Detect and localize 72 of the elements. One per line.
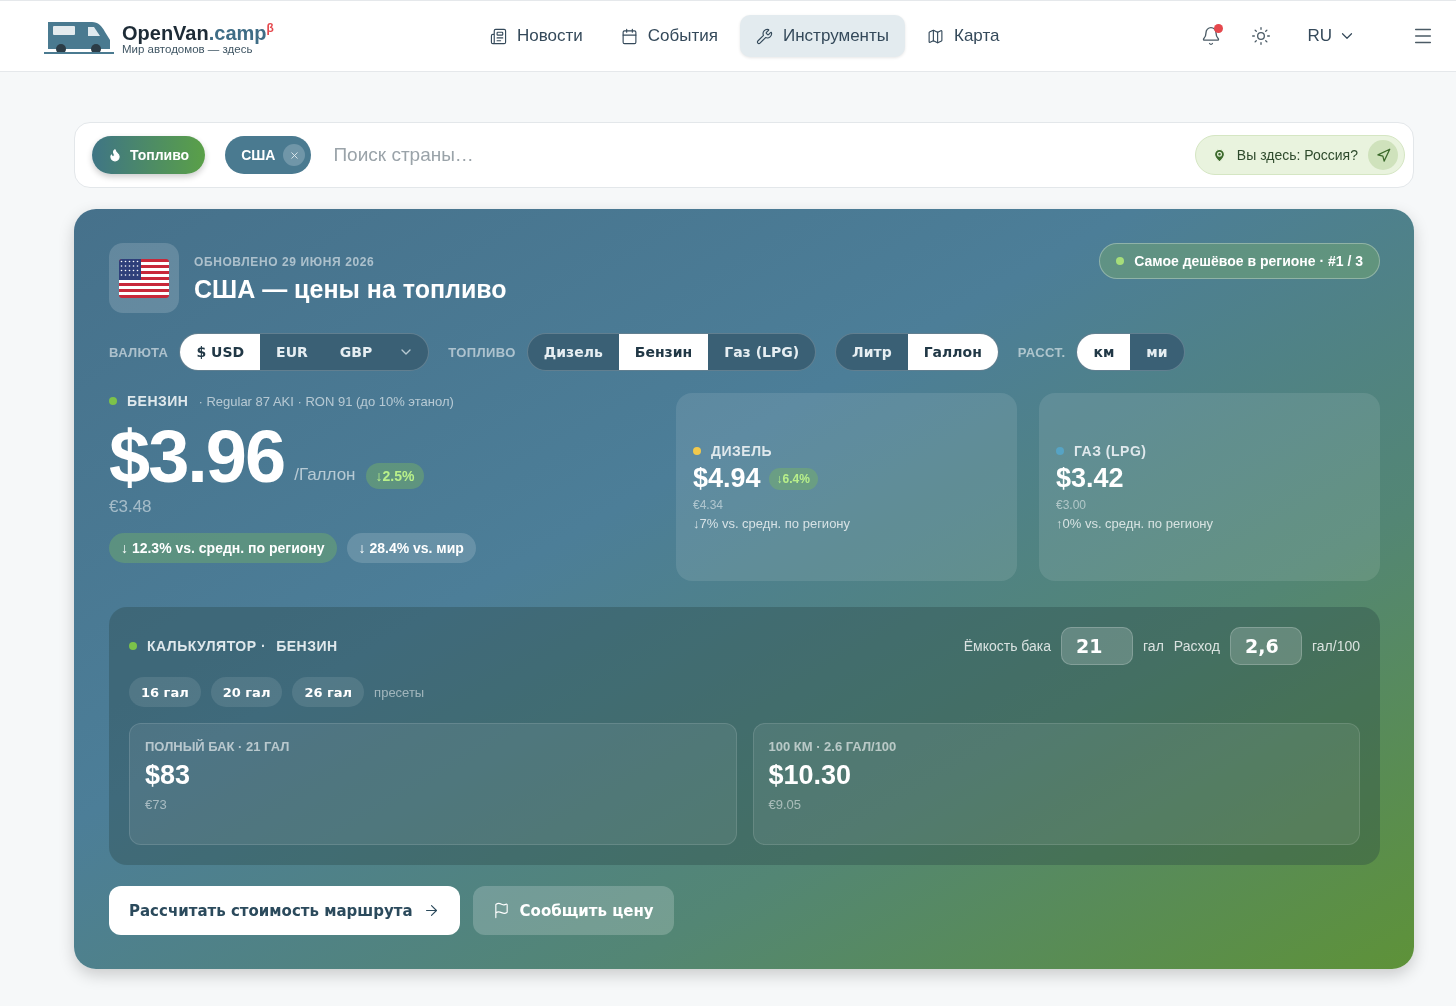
result-value: $10.30 xyxy=(768,760,853,791)
language-select[interactable]: RU xyxy=(1301,25,1362,47)
flame-icon xyxy=(108,148,122,162)
nav-tab[interactable]: Карта xyxy=(911,15,1016,57)
updated-date: ОБНОВЛЕНО 29 ИЮНЯ 2026 xyxy=(194,255,376,269)
fuel-price: $3.42 xyxy=(1056,463,1124,494)
route-cost-button[interactable]: Рассчитать стоимость маршрута xyxy=(109,886,460,935)
preset-chip[interactable]: 26 гал xyxy=(292,677,365,707)
result-value: $83 xyxy=(145,760,192,791)
toggle-option[interactable]: км xyxy=(1077,334,1131,370)
preset-chip[interactable]: 16 гал xyxy=(129,677,201,707)
toggle-option[interactable]: GBP xyxy=(323,334,389,370)
comparison-text: ↓7% vs. средн. по региону xyxy=(693,516,852,531)
fuel-name: ГАЗ (LPG) xyxy=(1074,443,1147,459)
comparison-tag: ↓ 12.3% vs. средн. по региону xyxy=(109,533,337,563)
country-chip[interactable]: США xyxy=(225,136,312,174)
fuel-spec: · Regular 87 AKI · RON 91 (до 10% этанол) xyxy=(198,393,454,409)
secondary-price: €3.48 xyxy=(109,497,153,517)
toggle-option[interactable]: Галлон xyxy=(907,334,998,370)
toggle-label: ТОПЛИВО xyxy=(448,344,516,360)
comparison-text: ↑0% vs. средн. по региону xyxy=(1056,516,1215,531)
map-icon xyxy=(927,27,944,45)
usa-flag-icon xyxy=(119,258,169,298)
theme-button[interactable] xyxy=(1251,26,1272,46)
main-price: $3.96 xyxy=(109,417,285,497)
location-button[interactable]: Вы здесь: Россия? xyxy=(1194,135,1405,175)
navigation-icon xyxy=(1368,140,1398,170)
field-label: Ёмкость бака xyxy=(963,638,1052,654)
rank-badge: Самое дешёвое в регионе · #1 / 3 xyxy=(1099,243,1380,279)
calculator-title: КАЛЬКУЛЯТОР · xyxy=(147,638,267,654)
price-change: ↓6.4% xyxy=(768,467,818,490)
fuel-name: БЕНЗИН xyxy=(127,393,189,409)
toggle-option[interactable]: $ USD xyxy=(180,334,261,370)
price-unit: /Галлон xyxy=(294,465,356,485)
pin-icon xyxy=(1211,147,1227,163)
wrench-icon xyxy=(756,27,773,45)
secondary-price: €4.34 xyxy=(693,498,725,512)
toggle-option[interactable]: Дизель xyxy=(527,334,619,370)
fuel-name: БЕНЗИН xyxy=(276,638,339,654)
fuel-filter-chip[interactable]: Топливо xyxy=(92,136,206,174)
notifications-button[interactable] xyxy=(1201,26,1222,46)
toggle-label: ВАЛЮТА xyxy=(109,344,169,360)
result-title: ПОЛНЫЙ БАК · 21 ГАЛ xyxy=(145,739,291,754)
toggle-option[interactable]: EUR xyxy=(260,334,324,370)
brand-name: OpenVan.camp$^{β}$ xyxy=(122,19,274,44)
tagline: Мир автодомов — здесь xyxy=(122,43,253,56)
nav-tab[interactable]: Новости xyxy=(474,15,599,57)
flag-icon xyxy=(492,902,510,919)
field-unit: гал/100 xyxy=(1312,638,1360,654)
card-title: США — цены на топливо xyxy=(194,275,508,304)
toggle-option[interactable]: ми xyxy=(1130,334,1184,370)
toggle-option[interactable]: Бензин xyxy=(618,334,709,370)
nav-tab[interactable]: Инструменты xyxy=(740,15,905,57)
toggle-option[interactable]: Газ (LPG) xyxy=(708,334,816,370)
fuel-price: $4.94 xyxy=(693,463,761,494)
toggle-label: РАССТ. xyxy=(1017,344,1066,360)
report-price-button[interactable]: Сообщить цену xyxy=(472,886,674,935)
secondary-price: €73 xyxy=(145,797,168,812)
comparison-tag: ↓ 28.4% vs. мир xyxy=(346,533,476,563)
price-change: ↓2.5% xyxy=(365,463,425,489)
toggle-option[interactable]: Литр xyxy=(836,334,908,370)
presets-label: пресеты xyxy=(374,684,425,700)
result-title: 100 КМ · 2.6 ГАЛ/100 xyxy=(768,739,898,754)
preset-chip[interactable]: 20 гал xyxy=(210,677,283,707)
calendar-icon xyxy=(620,27,638,45)
fuel-name: ДИЗЕЛЬ xyxy=(711,443,773,459)
secondary-price: €3.00 xyxy=(1056,498,1088,512)
field-label: Расход xyxy=(1173,638,1220,654)
nav-tab[interactable]: События xyxy=(604,15,734,57)
secondary-price: €9.05 xyxy=(768,797,803,812)
field-unit: гал xyxy=(1143,638,1164,654)
newspaper-icon xyxy=(490,27,507,45)
